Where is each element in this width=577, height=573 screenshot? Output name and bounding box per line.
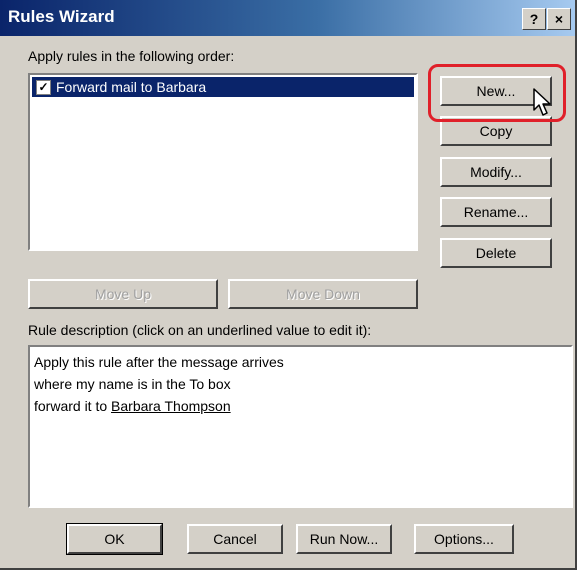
options-button[interactable]: Options... [414,524,514,554]
arrow-cursor-icon [533,88,551,116]
rename-button[interactable]: Rename... [440,197,552,227]
rules-list[interactable]: ✓ Forward mail to Barbara [28,73,418,251]
title-bar: Rules Wizard ? × [0,0,575,36]
rule-enabled-checkbox[interactable]: ✓ [36,80,51,95]
help-button[interactable]: ? [522,8,546,30]
ok-button[interactable]: OK [66,523,163,555]
run-now-button[interactable]: Run Now... [296,524,392,554]
recipient-link[interactable]: Barbara Thompson [111,398,231,414]
description-line-action: forward it to Barbara Thompson [34,395,567,417]
close-button[interactable]: × [547,8,571,30]
move-up-button[interactable]: Move Up [28,279,218,309]
rule-name: Forward mail to Barbara [56,79,207,95]
move-down-button[interactable]: Move Down [228,279,418,309]
rules-wizard-dialog: Rules Wizard ? × Apply rules in the foll… [0,0,577,570]
cancel-button[interactable]: Cancel [187,524,283,554]
delete-button[interactable]: Delete [440,238,552,268]
rule-description-heading: Rule description (click on an underlined… [28,322,372,338]
modify-button[interactable]: Modify... [440,157,552,187]
list-item[interactable]: ✓ Forward mail to Barbara [32,77,414,97]
window-title: Rules Wizard [8,7,115,26]
description-line-trigger: Apply this rule after the message arrive… [34,354,284,370]
description-action-text: forward it to [34,398,112,414]
description-line-condition: where my name is in the To box [34,376,231,392]
rules-order-heading: Apply rules in the following order: [28,48,235,64]
rule-description-box: Apply this rule after the message arrive… [28,345,573,508]
